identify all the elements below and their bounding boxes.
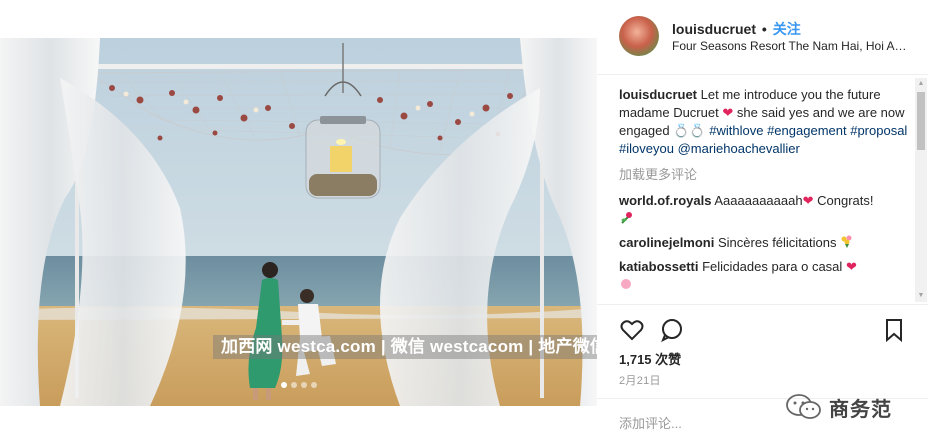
carousel-dot[interactable]	[300, 382, 307, 388]
scroll-thumb[interactable]	[917, 92, 925, 150]
comment-item: world.of.royals Aaaaaaaaaaah❤ Congrats!	[619, 192, 909, 228]
wechat-icon	[786, 394, 821, 419]
post-location[interactable]: Four Seasons Resort The Nam Hai, Hoi An,…	[672, 39, 912, 53]
add-comment-input[interactable]: 添加评论...	[619, 413, 682, 432]
wechat-account-badge: 商务范	[785, 392, 892, 422]
comment-text: Sincères félicitations	[718, 235, 837, 250]
heart-emoji: ❤	[802, 193, 814, 208]
carousel-dot[interactable]	[290, 382, 297, 388]
comment-text: Felicidades para o casal	[702, 259, 843, 274]
heart-outline-icon[interactable]	[619, 317, 645, 343]
wechat-account-name: 商务范	[829, 398, 892, 421]
author-username[interactable]: louisducruet	[672, 21, 756, 37]
carousel-indicator	[0, 382, 597, 388]
rings-emoji: 💍💍	[673, 123, 706, 138]
post-caption: louisducruet Let me introduce you the fu…	[619, 86, 909, 158]
post-date: 2月21日	[619, 375, 661, 387]
mention-link[interactable]: @mariehoachevallier	[678, 141, 800, 156]
heart-emoji: ❤	[722, 105, 734, 120]
hashtag-link[interactable]: #iloveyou	[619, 141, 674, 156]
comment-username[interactable]: katiabossetti	[619, 259, 698, 274]
comments-scrollbar[interactable]: ▲ ▼	[915, 78, 927, 302]
bookmark-icon[interactable]	[881, 317, 907, 343]
comment-username[interactable]: carolinejelmoni	[619, 235, 714, 250]
caption-username[interactable]: louisducruet	[619, 87, 697, 102]
hashtag-link[interactable]: #engagement	[767, 123, 847, 138]
follow-button[interactable]: 关注	[773, 21, 801, 37]
avatar[interactable]	[619, 16, 659, 56]
carousel-dot[interactable]	[280, 382, 287, 388]
likes-count[interactable]: 1,715 次赞	[619, 349, 681, 368]
load-more-comments-button[interactable]: 加载更多评论	[619, 166, 909, 184]
comment-username[interactable]: world.of.royals	[619, 193, 711, 208]
comment-icon[interactable]	[659, 317, 685, 343]
scroll-up-icon[interactable]: ▲	[915, 78, 927, 90]
post-author: louisducruet • 关注	[672, 19, 801, 39]
heart-emoji: ❤	[845, 259, 857, 274]
comment-text: Congrats!	[817, 193, 874, 208]
separator-dot: •	[761, 21, 767, 37]
hashtag-link[interactable]: #proposal	[850, 123, 907, 138]
comments-list: louisducruet Let me introduce you the fu…	[619, 86, 909, 298]
post-header: louisducruet • 关注 Four Seasons Resort Th…	[597, 0, 928, 75]
comment-item: katiabossetti Felicidades para o casal ❤	[619, 258, 909, 294]
scroll-down-icon[interactable]: ▼	[915, 290, 927, 302]
post-media-area	[0, 0, 597, 447]
blossom-emoji-icon	[621, 279, 631, 289]
carousel-dot[interactable]	[310, 382, 317, 388]
bouquet-emoji-icon	[841, 235, 852, 248]
post-actions	[597, 304, 928, 348]
comment-item: carolinejelmoni Sincères félicitations	[619, 234, 909, 252]
comment-text: Aaaaaaaaaaah	[714, 193, 803, 208]
hashtag-link[interactable]: #withlove	[709, 123, 763, 138]
post-side-panel: louisducruet • 关注 Four Seasons Resort Th…	[597, 0, 928, 447]
flower-emoji-icon	[621, 212, 632, 224]
